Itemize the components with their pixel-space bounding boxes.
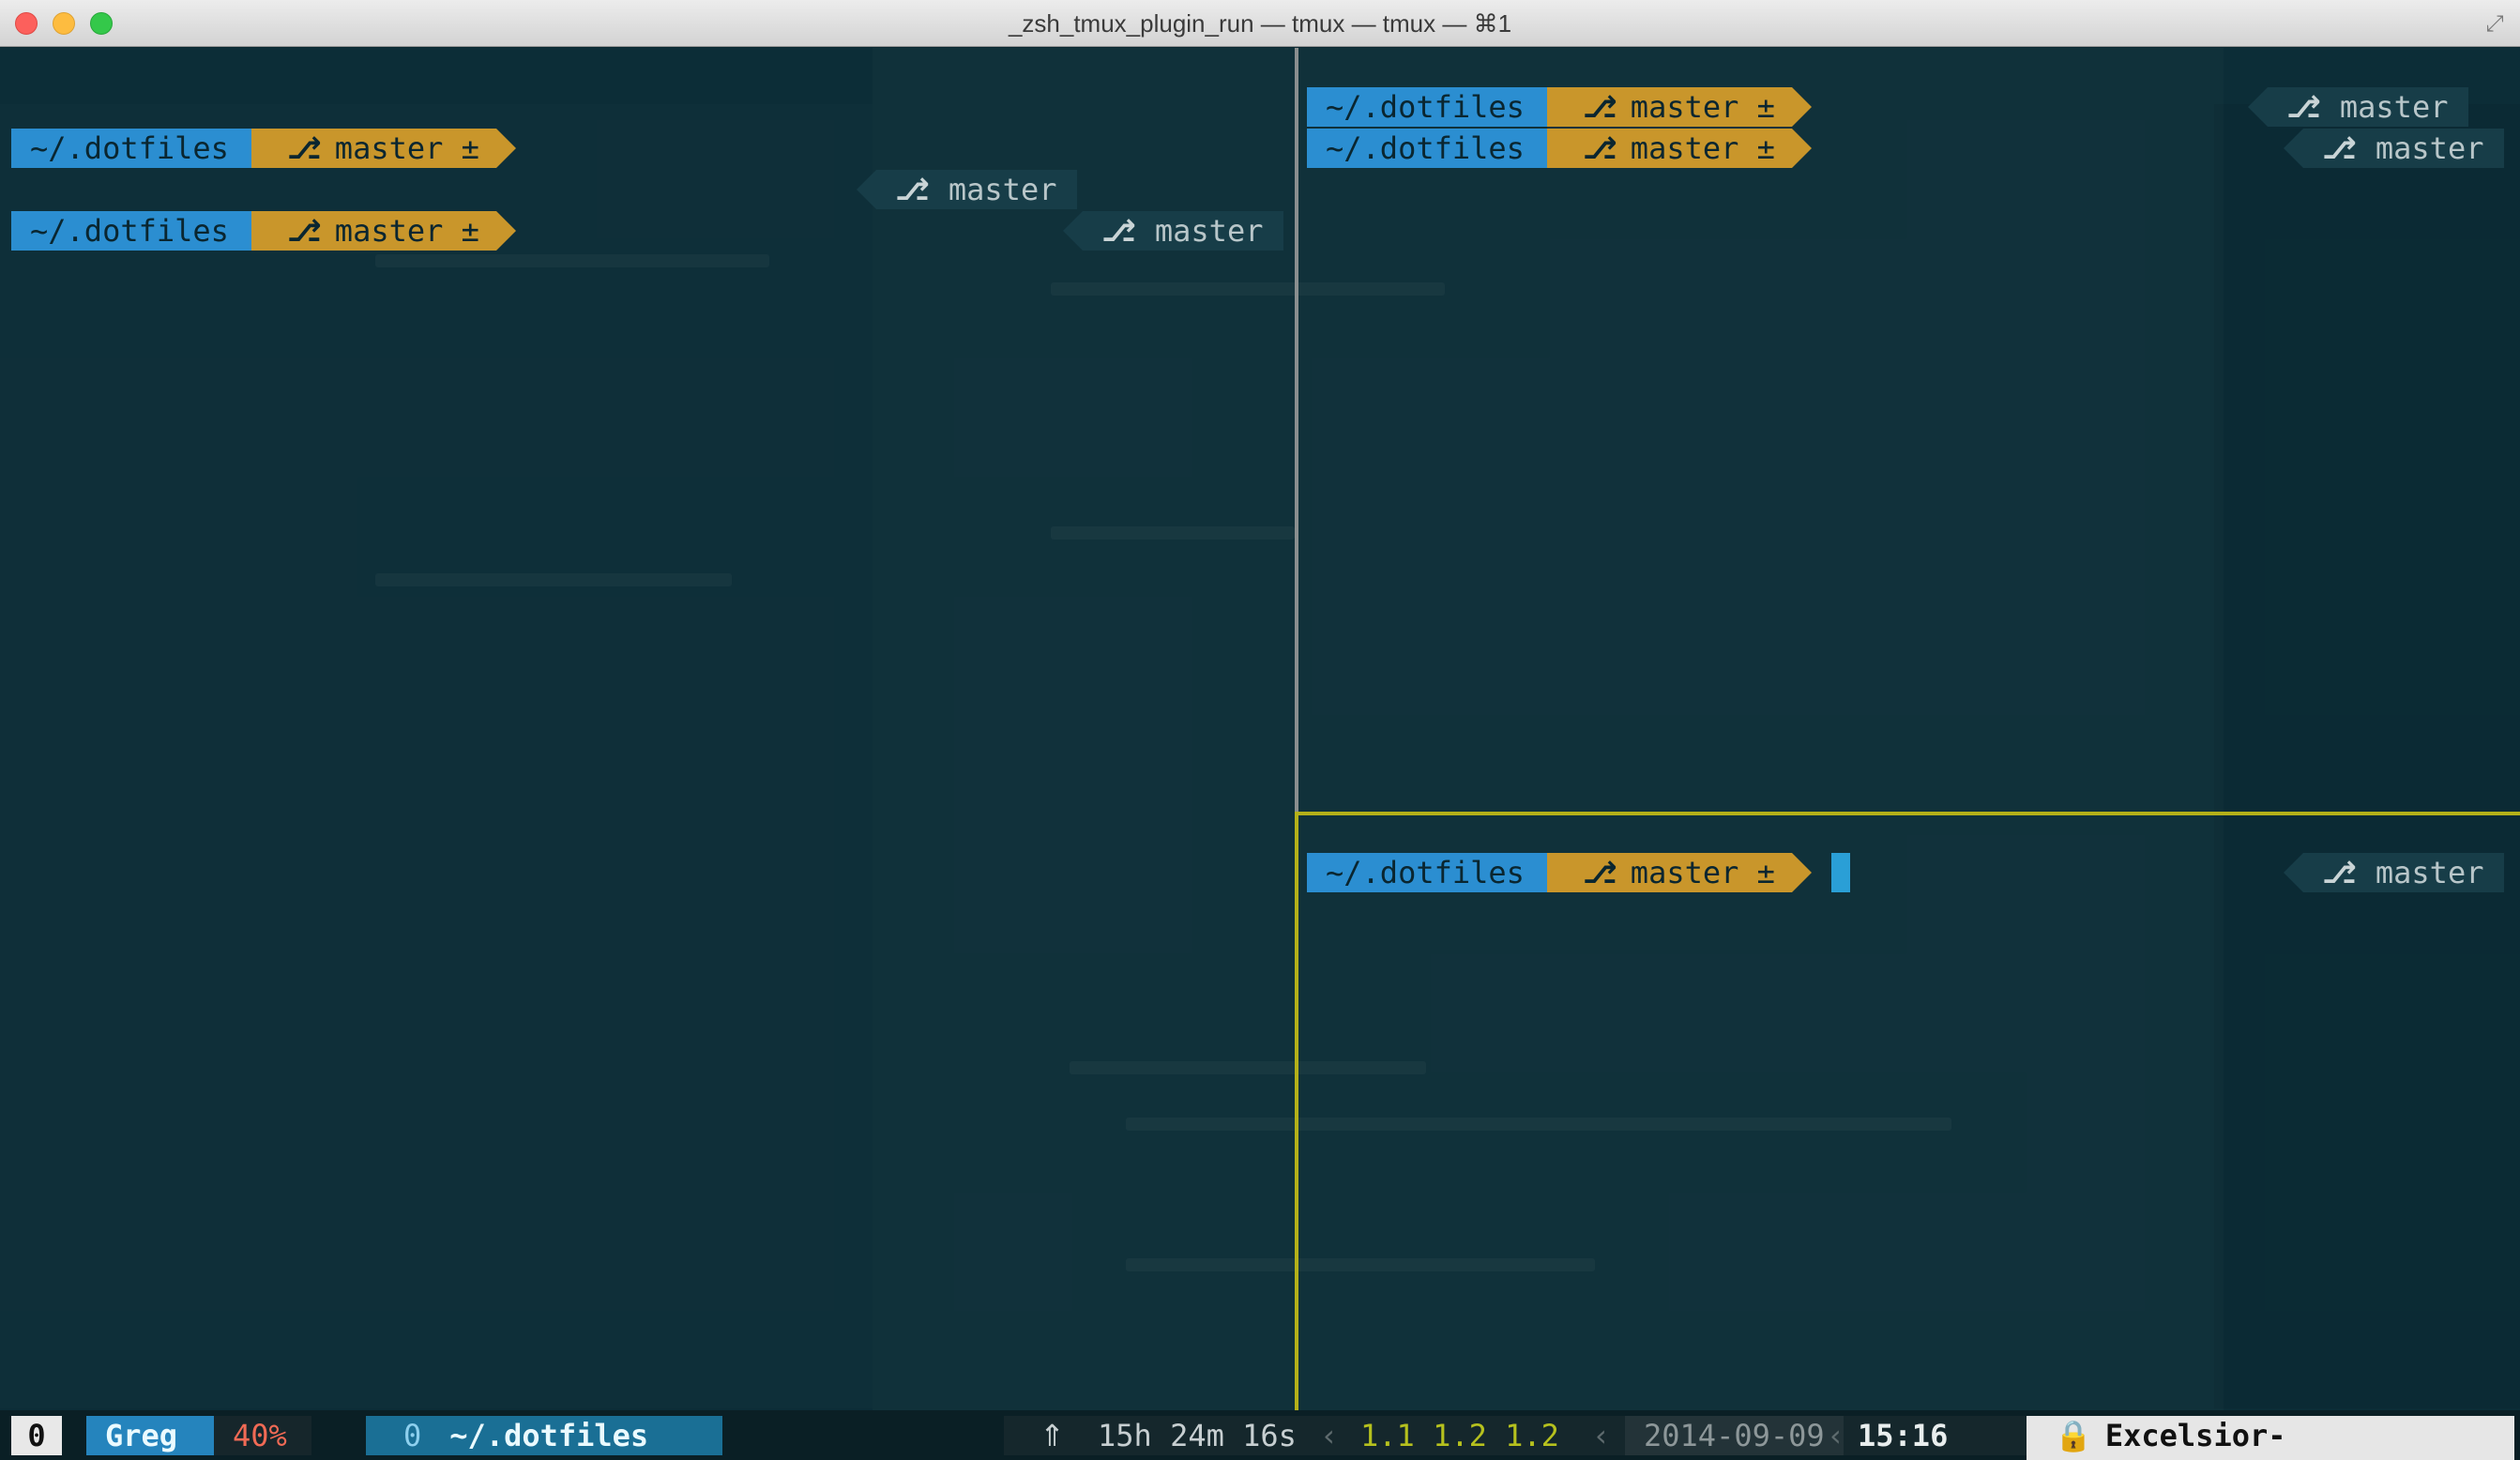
window-path: ~/.dotfiles (449, 1418, 649, 1453)
prompt-dirty: ± (461, 213, 479, 249)
status-right: ⇑ 15h 24m 16s ‹ 1.1 1.2 1.2 ‹ 2014-09-09… (1004, 1416, 2514, 1460)
load-average: 1.1 1.2 1.2 (1360, 1418, 1559, 1453)
prompt-dirty: ± (1756, 130, 1775, 166)
prompt-dir: ~/.dotfiles (1307, 853, 1567, 892)
pane-divider-horizontal[interactable] (1298, 812, 2520, 815)
hostname: 🔒Excelsior-Manxman.local (2027, 1416, 2514, 1460)
status-user: Greg (86, 1416, 214, 1455)
right-prompt: ⎇ master (1062, 211, 1284, 251)
prompt-git: ⎇ master ± (1546, 853, 1812, 892)
git-branch-icon: ⎇ (1101, 213, 1136, 249)
git-branch-icon: ⎇ (1582, 855, 1617, 890)
git-branch-icon: ⎇ (2286, 89, 2321, 125)
prompt-branch: master (1630, 855, 1739, 890)
battery-status: 40% (214, 1416, 311, 1455)
right-prompt-branch: master (2375, 855, 2484, 890)
git-branch-icon: ⎇ (895, 172, 930, 207)
time: 15:16 (1858, 1418, 1949, 1453)
git-branch-icon: ⎇ (1582, 130, 1617, 166)
right-prompt: ⎇ master (2283, 129, 2505, 168)
shell-prompt: ~/.dotfiles ⎇ master ± (1307, 87, 1812, 127)
window-index: 0 (403, 1418, 422, 1453)
shell-prompt: ~/.dotfiles ⎇ master ± (1307, 129, 1812, 168)
right-prompt: ⎇ master (2283, 853, 2505, 892)
prompt-git: ⎇ master ± (1546, 87, 1812, 127)
right-prompt-branch: master (948, 172, 1057, 207)
tmux-status-bar: 0 Greg 40% 0 ~/.dotfiles ⇑ 15h 24m 16s ‹ … (0, 1410, 2520, 1460)
shell-prompt: ~/.dotfiles ⎇ master ± (11, 129, 516, 168)
pane-left[interactable]: ~/.dotfiles ⎇ master ± ⎇ master ~/.dotfile… (0, 48, 1295, 1410)
fullscreen-icon[interactable]: ⤢ (2482, 11, 2507, 36)
git-branch-icon: ⎇ (1582, 89, 1617, 125)
right-prompt: ⎇ master (2247, 87, 2469, 127)
prompt-branch: master (1630, 130, 1739, 166)
pane-bottom-right-active[interactable]: ~/.dotfiles ⎇ master ± ⎇ master (1299, 817, 2520, 1410)
git-branch-icon: ⎇ (2322, 855, 2357, 890)
prompt-dir: ~/.dotfiles (11, 129, 271, 168)
separator-icon: ‹ (1323, 1418, 1335, 1453)
terminal-area[interactable]: ~/.dotfiles ⎇ master ± ⎇ master ~/.dotfile… (0, 48, 2520, 1410)
separator-icon: ‹ (1595, 1418, 1607, 1453)
pane-top-right[interactable]: ~/.dotfiles ⎇ master ± ⎇ master ~/.dotfile… (1299, 48, 2520, 812)
separator-icon: ‹ (1829, 1418, 1842, 1453)
prompt-dir: ~/.dotfiles (1307, 87, 1567, 127)
prompt-dir: ~/.dotfiles (11, 211, 271, 251)
prompt-branch: master (1630, 89, 1739, 125)
prompt-dirty: ± (461, 130, 479, 166)
right-prompt-branch: master (2339, 89, 2449, 125)
prompt-dirty: ± (1756, 89, 1775, 125)
text-cursor (1830, 853, 1850, 892)
prompt-git: ⎇ master ± (1546, 129, 1812, 168)
window-tab-active[interactable]: 0 ~/.dotfiles (366, 1416, 722, 1455)
git-branch-icon: ⎇ (2322, 130, 2357, 166)
prompt-git: ⎇ master ± (250, 129, 516, 168)
right-prompt-branch: master (2375, 130, 2484, 166)
pane-divider-active[interactable] (1295, 812, 1298, 1410)
shell-prompt: ~/.dotfiles ⎇ master ± (11, 211, 516, 251)
session-index[interactable]: 0 (11, 1416, 62, 1455)
right-prompt-branch: master (1154, 213, 1264, 249)
prompt-dirty: ± (1756, 855, 1775, 890)
prompt-branch: master (334, 213, 444, 249)
uptime-icon: ⇑ (1040, 1418, 1065, 1453)
git-branch-icon: ⎇ (286, 213, 322, 249)
window-title: _zsh_tmux_plugin_run — tmux — tmux — ⌘1 (1008, 9, 1512, 38)
git-branch-icon: ⎇ (286, 130, 322, 166)
title-bar: _zsh_tmux_plugin_run — tmux — tmux — ⌘1 … (0, 0, 2520, 47)
right-prompt: ⎇ master (856, 170, 1078, 209)
prompt-branch: master (334, 130, 444, 166)
uptime: 15h 24m 16s (1098, 1418, 1297, 1453)
lock-icon: 🔒 (2055, 1418, 2092, 1453)
prompt-dir: ~/.dotfiles (1307, 129, 1567, 168)
prompt-git: ⎇ master ± (250, 211, 516, 251)
shell-prompt: ~/.dotfiles ⎇ master ± (1307, 853, 1850, 892)
date: 2014-09-09 (1625, 1416, 1844, 1455)
